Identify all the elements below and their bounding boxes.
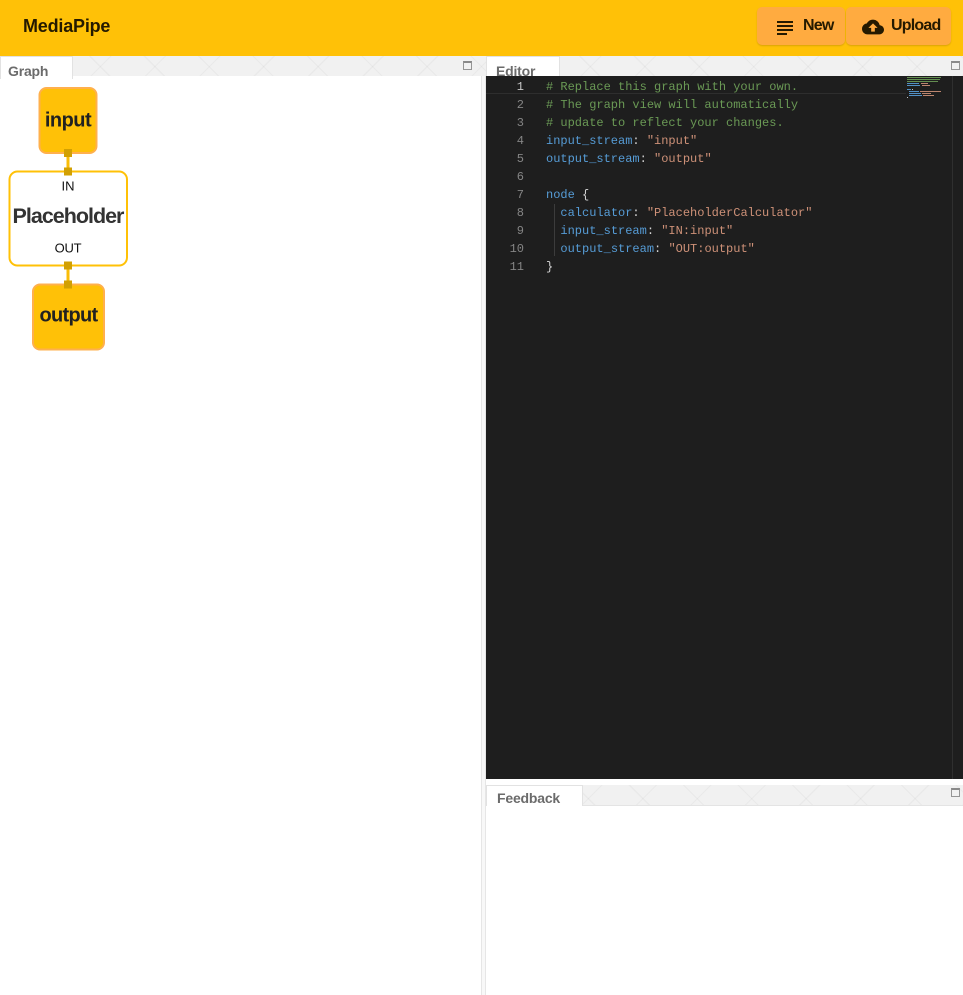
svg-text:OUT: OUT [55, 241, 82, 256]
svg-text:Placeholder: Placeholder [13, 204, 126, 228]
svg-text:input: input [45, 110, 92, 132]
svg-text:IN: IN [62, 179, 75, 194]
svg-text:output: output [40, 305, 99, 327]
